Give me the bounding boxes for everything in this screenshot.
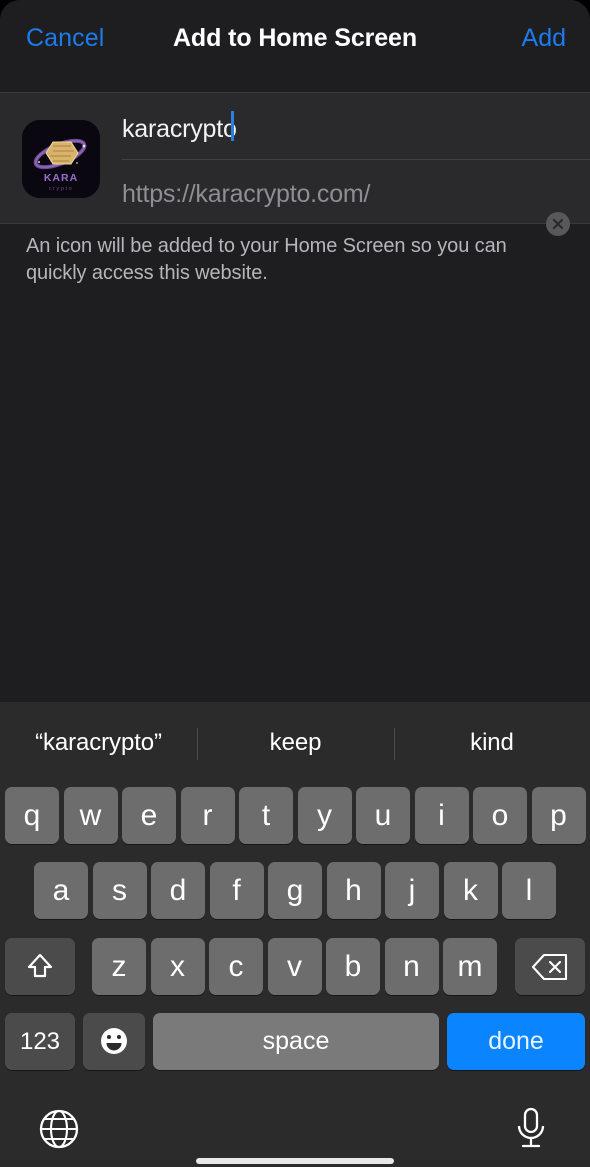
- key-t[interactable]: t: [239, 787, 293, 844]
- key-c[interactable]: c: [209, 938, 263, 995]
- numbers-key-label: 123: [19, 1028, 61, 1055]
- key-label: s: [112, 874, 127, 907]
- key-i[interactable]: i: [414, 787, 469, 844]
- key-x[interactable]: x: [150, 938, 205, 995]
- key-o[interactable]: o: [473, 787, 527, 844]
- close-icon: [552, 218, 564, 230]
- key-label: p: [550, 799, 567, 832]
- key-label: u: [374, 799, 392, 832]
- key-e[interactable]: e: [122, 787, 176, 844]
- clear-text-icon[interactable]: [546, 212, 570, 236]
- emoji-smiley-icon: [101, 1028, 127, 1054]
- key-label: a: [52, 874, 70, 907]
- key-label: e: [140, 799, 158, 832]
- key-label: c: [228, 950, 244, 983]
- key-v[interactable]: v: [267, 938, 322, 995]
- key-label: b: [344, 950, 362, 983]
- backspace-icon: [531, 953, 568, 981]
- key-label: h: [345, 874, 362, 907]
- key-g[interactable]: g: [268, 862, 322, 919]
- app-icon-artwork: KARA crypto: [22, 120, 100, 198]
- key-p[interactable]: p: [531, 787, 586, 844]
- globe-icon: [39, 1109, 79, 1149]
- description-text: An icon will be added to your Home Scree…: [26, 235, 507, 284]
- key-w[interactable]: w: [63, 787, 118, 844]
- key-d[interactable]: d: [151, 862, 205, 919]
- next-keyboard-button[interactable]: [36, 1106, 82, 1152]
- return-key-label: done: [488, 1027, 544, 1055]
- key-label: j: [408, 874, 416, 907]
- key-n[interactable]: n: [384, 938, 439, 995]
- key-s[interactable]: s: [92, 862, 147, 919]
- shortcut-url-input[interactable]: https://karacrypto.com/: [122, 160, 590, 225]
- return-key[interactable]: done: [447, 1013, 585, 1070]
- space-key-label: space: [262, 1027, 330, 1055]
- shortcut-name-value: karacrypto: [122, 115, 237, 143]
- suggestion-1[interactable]: keep: [197, 702, 394, 784]
- backspace-key[interactable]: [515, 938, 585, 995]
- key-label: n: [403, 950, 420, 983]
- key-f[interactable]: f: [209, 862, 264, 919]
- numbers-key[interactable]: 123: [5, 1013, 75, 1070]
- key-j[interactable]: j: [385, 862, 439, 919]
- key-label: g: [286, 874, 304, 907]
- key-l[interactable]: l: [502, 862, 556, 919]
- svg-text:KARA: KARA: [44, 172, 78, 184]
- microphone-icon: [517, 1107, 545, 1148]
- emoji-key[interactable]: [83, 1013, 145, 1070]
- key-label: w: [79, 799, 102, 832]
- navigation-bar: Cancel Add to Home Screen Add: [0, 0, 590, 92]
- key-label: q: [23, 799, 41, 832]
- space-key[interactable]: space: [153, 1013, 439, 1070]
- key-y[interactable]: y: [297, 787, 352, 844]
- key-label: m: [457, 950, 483, 983]
- shortcut-name-input[interactable]: karacrypto: [122, 93, 534, 159]
- key-z[interactable]: z: [92, 938, 146, 995]
- svg-text:crypto: crypto: [49, 186, 74, 192]
- suggestion-2[interactable]: kind: [394, 702, 590, 784]
- app-icon: KARA crypto: [22, 120, 100, 198]
- key-h[interactable]: h: [326, 862, 381, 919]
- keyboard: “karacrypto” keep kind q w e r t y u i o p a s d f g h j…: [0, 702, 590, 1167]
- key-label: x: [170, 950, 185, 983]
- key-a[interactable]: a: [34, 862, 88, 919]
- autocorrect-suggestion-bar: “karacrypto” keep kind: [0, 702, 590, 784]
- key-label: y: [317, 799, 332, 832]
- key-label: l: [525, 874, 533, 907]
- key-label: d: [169, 874, 187, 907]
- key-label: k: [463, 874, 478, 907]
- page-title: Add to Home Screen: [172, 24, 418, 52]
- key-label: f: [232, 874, 241, 907]
- suggestion-0[interactable]: “karacrypto”: [0, 702, 197, 784]
- key-m[interactable]: m: [443, 938, 497, 995]
- key-label: o: [491, 799, 509, 832]
- shift-arrow-icon: [27, 953, 53, 978]
- add-button[interactable]: Add: [522, 24, 566, 53]
- shortcut-form: KARA crypto karacrypto https://karacrypt…: [0, 92, 590, 236]
- key-label: r: [202, 799, 213, 832]
- text-cursor: [231, 111, 234, 141]
- key-b[interactable]: b: [326, 938, 380, 995]
- key-label: i: [438, 799, 445, 832]
- key-u[interactable]: u: [356, 787, 410, 844]
- key-label: v: [287, 950, 302, 983]
- key-q[interactable]: q: [5, 787, 59, 844]
- key-label: z: [111, 950, 127, 983]
- key-r[interactable]: r: [180, 787, 235, 844]
- home-indicator: [196, 1158, 394, 1164]
- key-k[interactable]: k: [443, 862, 498, 919]
- add-to-home-screen-sheet: Cancel Add to Home Screen Add KARA crypt…: [0, 0, 590, 1167]
- dictation-button[interactable]: [508, 1104, 554, 1152]
- screen: Cancel Add to Home Screen Add KARA crypt…: [0, 0, 590, 1167]
- shortcut-url-value: https://karacrypto.com/: [122, 180, 371, 208]
- shift-key[interactable]: [5, 938, 75, 995]
- key-label: t: [261, 799, 271, 832]
